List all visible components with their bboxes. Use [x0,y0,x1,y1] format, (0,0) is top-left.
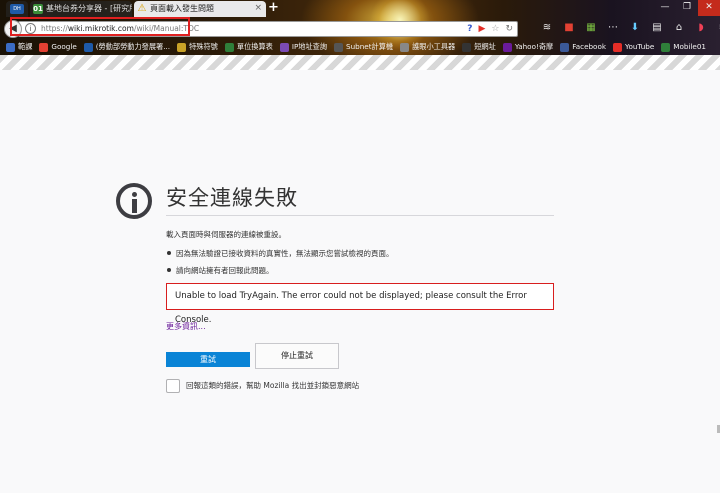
bookmark-label: Google [51,42,77,51]
retry-button[interactable]: 重試 [166,352,250,367]
menu-arrow-icon[interactable]: ⋯ [606,21,620,35]
divider [166,215,554,216]
theme-stripe [0,55,720,70]
bookmark-item[interactable]: IP地址查詢 [279,40,328,54]
more-info-link[interactable]: 更多資訊... [166,321,206,332]
bookmark-item[interactable]: 短網址 [462,40,496,54]
bookmark-favicon-icon [83,42,93,52]
tab-close-icon[interactable]: × [254,1,262,16]
bookmark-item[interactable]: Subnet計算機 [334,40,393,54]
bookmark-label: 護眼小工具器 [412,42,456,51]
download-icon[interactable]: ⬇ [628,21,642,35]
report-checkbox-label: 回報這類的錯誤，幫助 Mozilla 找出並封鎖惡意網站 [186,381,360,390]
error-page: 安全連線失敗 載入頁面時與伺服器的連線被重設。 因為無法驗證已接收資料的真實性，… [0,70,720,493]
tab-pinned[interactable]: DH [6,1,28,17]
bookmark-favicon-icon [462,42,472,52]
bookmark-label: (勞動部勞動力發展署... [95,42,171,51]
help-icon[interactable]: ? [467,23,472,35]
new-tab-button[interactable]: + [268,0,279,15]
bookmark-item[interactable]: Facebook [560,40,606,54]
bookmark-item[interactable]: 護眼小工具器 [400,40,455,54]
bookmark-favicon-icon [334,42,344,52]
url-highlight-box [10,17,190,36]
bookmark-item[interactable]: 特殊符號 [177,40,218,54]
page-title: 安全連線失敗 [166,186,298,210]
bookmark-label: Mobile01 [673,42,706,51]
library-icon[interactable]: ▤ [650,21,664,35]
bookmark-favicon-icon [400,42,410,52]
bookmark-favicon-icon [279,42,289,52]
bookmark-favicon-icon [177,42,187,52]
window-controls: — ❐ ✕ [654,0,720,16]
bookmark-label: 短網址 [474,42,496,51]
bookmark-favicon-icon [560,42,570,52]
bookmark-favicon-icon [6,42,15,52]
bookmark-item[interactable]: 單位換算表 [224,40,273,54]
bookmark-item[interactable]: YouTube [613,40,654,54]
stop-retry-button[interactable]: 停止重試 [255,343,339,369]
bookmark-label: YouTube [625,42,655,51]
hamburger-menu-icon[interactable]: ≡ [716,21,720,35]
reload-icon[interactable]: ↻ [505,23,513,35]
url-bar-actions: ? ▶ ☆ ↻ [467,23,513,35]
warning-icon: ⚠ [137,3,147,14]
minimize-button[interactable]: — [654,0,676,16]
layers-icon[interactable]: ≋ [540,21,554,35]
close-window-button[interactable]: ✕ [698,0,720,16]
bookmark-label: 單位換算表 [236,42,273,51]
bookmark-item[interactable]: (勞動部勞動力發展署... [83,40,171,54]
list-item: 請向網站擁有者回報此問題。 [166,265,394,276]
report-checkbox[interactable] [166,379,180,393]
bookmark-favicon-icon [613,42,623,52]
bookmark-favicon-icon [661,42,671,52]
bookmark-label: 範課 [18,42,33,51]
tab-research-forum[interactable]: 01 基地台券分享器 - [研究所] ... [30,1,132,17]
toolbar-icons: ≋ ■ ▦ ⋯ ⬇ ▤ ⌂ ◗ ≡ [540,21,720,35]
tab-label: 頁面載入發生問題 [150,4,214,13]
bookmark-favicon-icon [39,42,49,52]
bookmark-label: Yahoo!奇摩 [514,42,554,51]
grid-icon[interactable]: ▦ [584,21,598,35]
star-icon[interactable]: ☆ [491,23,499,35]
tab-favicon: 01 [33,4,43,14]
bookmark-label: Subnet計算機 [346,42,394,51]
maximize-button[interactable]: ❐ [676,0,698,16]
pocket-icon[interactable]: ◗ [694,21,708,35]
error-description: 載入頁面時與伺服器的連線被重設。 [166,230,286,239]
bookmark-label: Facebook [572,42,607,51]
bookmark-item[interactable]: Google [39,40,77,54]
tab-error-page[interactable]: ⚠ 頁面載入發生問題 × [134,1,266,17]
bookmark-favicon-icon [224,42,234,52]
tab-strip: DH 01 基地台券分享器 - [研究所] ... ⚠ 頁面載入發生問題 × +… [0,0,720,17]
bookmark-item[interactable]: 範課 [6,40,32,54]
bookmarks-bar: 範課 Google (勞動部勞動力發展署... 特殊符號 單位換算表 IP地址查詢 Subn… [0,40,720,54]
bookmark-item[interactable]: Yahoo!奇摩 [502,40,554,54]
bookmark-label: IP地址查詢 [291,42,328,51]
info-icon [116,183,152,219]
list-item: 因為無法驗證已接收資料的真實性，無法顯示您嘗試檢視的頁面。 [166,248,394,259]
error-bullets: 因為無法驗證已接收資料的真實性，無法顯示您嘗試檢視的頁面。 請向網站擁有者回報此… [166,248,394,282]
bookmark-item[interactable]: Mobile01 [661,40,706,54]
bookmark-label: 特殊符號 [189,42,218,51]
tab-label: 基地台券分享器 - [研究所] ... [46,4,132,13]
bookmark-favicon-icon [502,42,512,52]
home-icon[interactable]: ⌂ [672,21,686,35]
extension-icon[interactable]: ■ [562,21,576,35]
tab-favicon: DH [10,4,24,14]
youtube-icon[interactable]: ▶ [478,23,485,35]
error-console-message: Unable to load TryAgain. The error could… [166,283,554,325]
